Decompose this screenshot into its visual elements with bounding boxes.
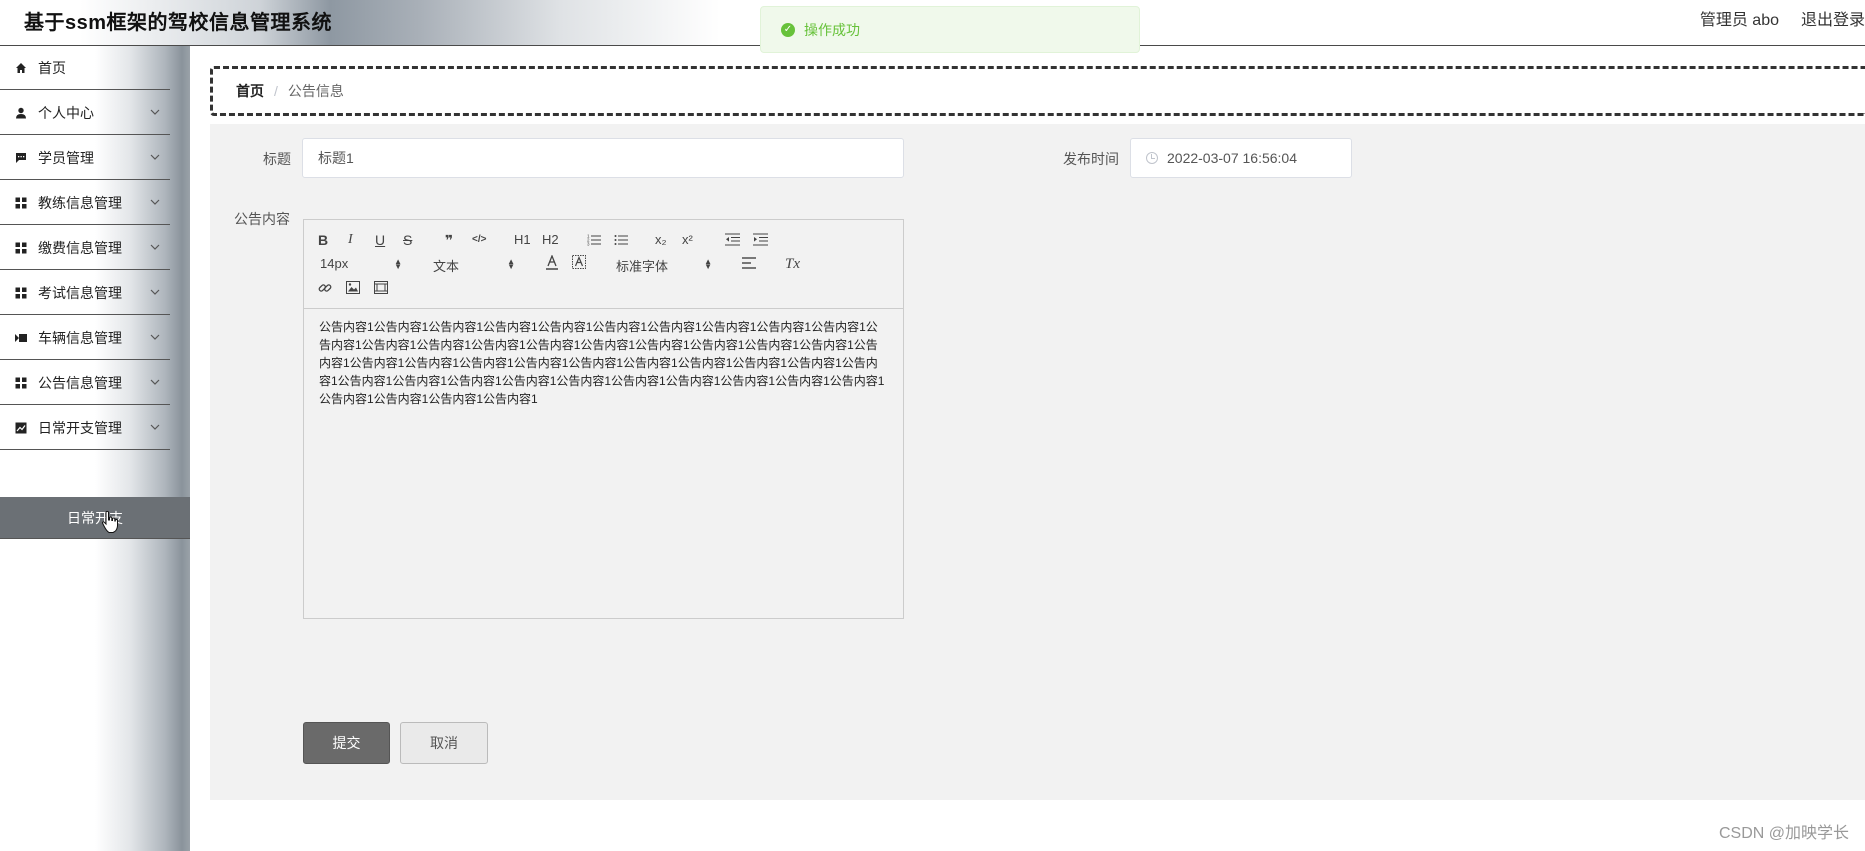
font-color-icon[interactable] [545, 255, 559, 270]
align-left-icon[interactable] [742, 257, 756, 270]
chevron-down-icon [150, 289, 160, 295]
link-icon[interactable] [318, 281, 332, 295]
sidebar-item-label: 日常开支管理 [38, 419, 122, 436]
watermark: CSDN @加映学长 [1718, 825, 1849, 842]
chart-icon [14, 421, 28, 435]
user-icon [14, 106, 28, 120]
select-arrows-icon: ▲ ▼ [507, 257, 515, 271]
select-arrows-icon: ▲ ▼ [394, 257, 402, 271]
bold-button[interactable]: B [318, 231, 328, 249]
header-2-button[interactable]: H2 [542, 231, 559, 249]
chat-icon [14, 151, 28, 165]
publish-time-label: 发布时间 [1063, 151, 1119, 167]
grid-icon [14, 376, 28, 390]
font-family-value: 标准字体 [616, 259, 669, 274]
sidebar-item-students[interactable]: 学员管理 [0, 136, 170, 180]
sidebar-item-label: 缴费信息管理 [38, 239, 122, 256]
toast-message: 操作成功 [804, 21, 860, 38]
sidebar-item-exams[interactable]: 考试信息管理 [0, 271, 170, 315]
home-icon [14, 61, 28, 75]
publish-time-value: 2022-03-07 16:56:04 [1167, 150, 1297, 166]
image-icon[interactable] [346, 281, 360, 294]
breadcrumb-current: 公告信息 [287, 83, 344, 99]
outdent-icon[interactable] [725, 233, 740, 246]
title-input[interactable]: 标题1 [302, 138, 904, 178]
editor-toolbar: B I U S ❞ </> H1 H2 123 x₂ x² 14px ▲ ▼ 文本… [304, 220, 903, 309]
clear-format-button[interactable]: Tx [785, 255, 800, 273]
sidebar-item-notices[interactable]: 公告信息管理 [0, 361, 170, 405]
current-user-label: 管理员 abo [1699, 12, 1779, 29]
breadcrumb-home-link[interactable]: 首页 [236, 81, 264, 101]
font-family-select[interactable]: 标准字体 ▲ ▼ [616, 256, 712, 275]
header-select-value: 文本 [433, 259, 460, 274]
sidebar-item-profile[interactable]: 个人中心 [0, 91, 170, 135]
sidebar-item-label: 教练信息管理 [38, 194, 122, 211]
logout-link[interactable]: 退出登录 [1801, 6, 1865, 30]
sidebar-item-label: 公告信息管理 [38, 374, 122, 391]
blockquote-button[interactable]: ❞ [445, 231, 453, 249]
publish-time-picker[interactable]: 2022-03-07 16:56:04 [1130, 138, 1352, 178]
breadcrumb-separator: / [274, 83, 278, 99]
chevron-down-icon [150, 379, 160, 385]
grid-icon [14, 196, 28, 210]
chevron-down-icon [150, 334, 160, 340]
sidebar-item-label: 学员管理 [38, 149, 94, 166]
video-embed-icon[interactable] [374, 281, 388, 294]
sidebar-item-vehicles[interactable]: 车辆信息管理 [0, 316, 170, 360]
chevron-down-icon [150, 154, 160, 160]
sidebar-item-coaches[interactable]: 教练信息管理 [0, 181, 170, 225]
background-color-icon[interactable] [572, 255, 586, 270]
chevron-down-icon [150, 109, 160, 115]
sidebar-item-payments[interactable]: 缴费信息管理 [0, 226, 170, 270]
ordered-list-icon[interactable]: 123 [587, 233, 601, 246]
sidebar: 首页 个人中心 学员管理 教练信息管理 缴费信息管理 考试信息管理 车辆信息管理… [0, 46, 190, 851]
sidebar-item-label: 首页 [38, 59, 66, 76]
sidebar-subitem-daily-expense[interactable]: 日常开支 [0, 497, 190, 539]
grid-icon [14, 286, 28, 300]
breadcrumb: 首页 / 公告信息 [210, 66, 1865, 116]
success-check-icon: ✓ [781, 22, 795, 37]
editor-content-area[interactable]: 公告内容1公告内容1公告内容1公告内容1公告内容1公告内容1公告内容1公告内容1… [319, 318, 889, 408]
sidebar-item-home[interactable]: 首页 [0, 46, 170, 90]
sidebar-item-label: 个人中心 [38, 104, 94, 121]
font-size-value: 14px [320, 256, 349, 271]
bullet-list-icon[interactable] [614, 233, 628, 246]
italic-button[interactable]: I [348, 231, 353, 249]
notice-form-panel: 标题 标题1 发布时间 2022-03-07 16:56:04 公告内容 B I… [210, 124, 1865, 800]
strike-button[interactable]: S [403, 231, 412, 249]
superscript-button[interactable]: x² [682, 231, 693, 249]
mouse-pointer-icon [101, 510, 118, 533]
grid-icon [14, 241, 28, 255]
submit-button[interactable]: 提交 [303, 722, 390, 764]
font-size-select[interactable]: 14px ▲ ▼ [320, 256, 402, 272]
indent-icon[interactable] [753, 233, 768, 246]
chevron-down-icon [150, 244, 160, 250]
content-field-label: 公告内容 [234, 211, 290, 227]
svg-text:3: 3 [587, 242, 590, 247]
app-title: 基于ssm框架的驾校信息管理系统 [24, 12, 333, 34]
select-arrows-icon: ▲ ▼ [704, 257, 712, 271]
success-toast: ✓ 操作成功 [760, 6, 1140, 53]
title-field-label: 标题 [263, 151, 291, 167]
code-block-button[interactable]: </> [472, 231, 486, 249]
clock-icon [1146, 152, 1158, 164]
cancel-button[interactable]: 取消 [400, 722, 488, 764]
rich-text-editor: B I U S ❞ </> H1 H2 123 x₂ x² 14px ▲ ▼ 文本… [303, 219, 904, 619]
subscript-button[interactable]: x₂ [655, 231, 667, 249]
sidebar-item-label: 车辆信息管理 [38, 329, 122, 346]
chevron-down-icon [150, 424, 160, 430]
video-icon [14, 331, 28, 345]
sidebar-item-expenses[interactable]: 日常开支管理 [0, 406, 170, 450]
header-1-button[interactable]: H1 [514, 231, 531, 249]
header-select[interactable]: 文本 ▲ ▼ [433, 256, 515, 275]
underline-button[interactable]: U [375, 231, 385, 249]
chevron-down-icon [150, 199, 160, 205]
title-input-value: 标题1 [318, 150, 354, 166]
sidebar-item-label: 考试信息管理 [38, 284, 122, 301]
